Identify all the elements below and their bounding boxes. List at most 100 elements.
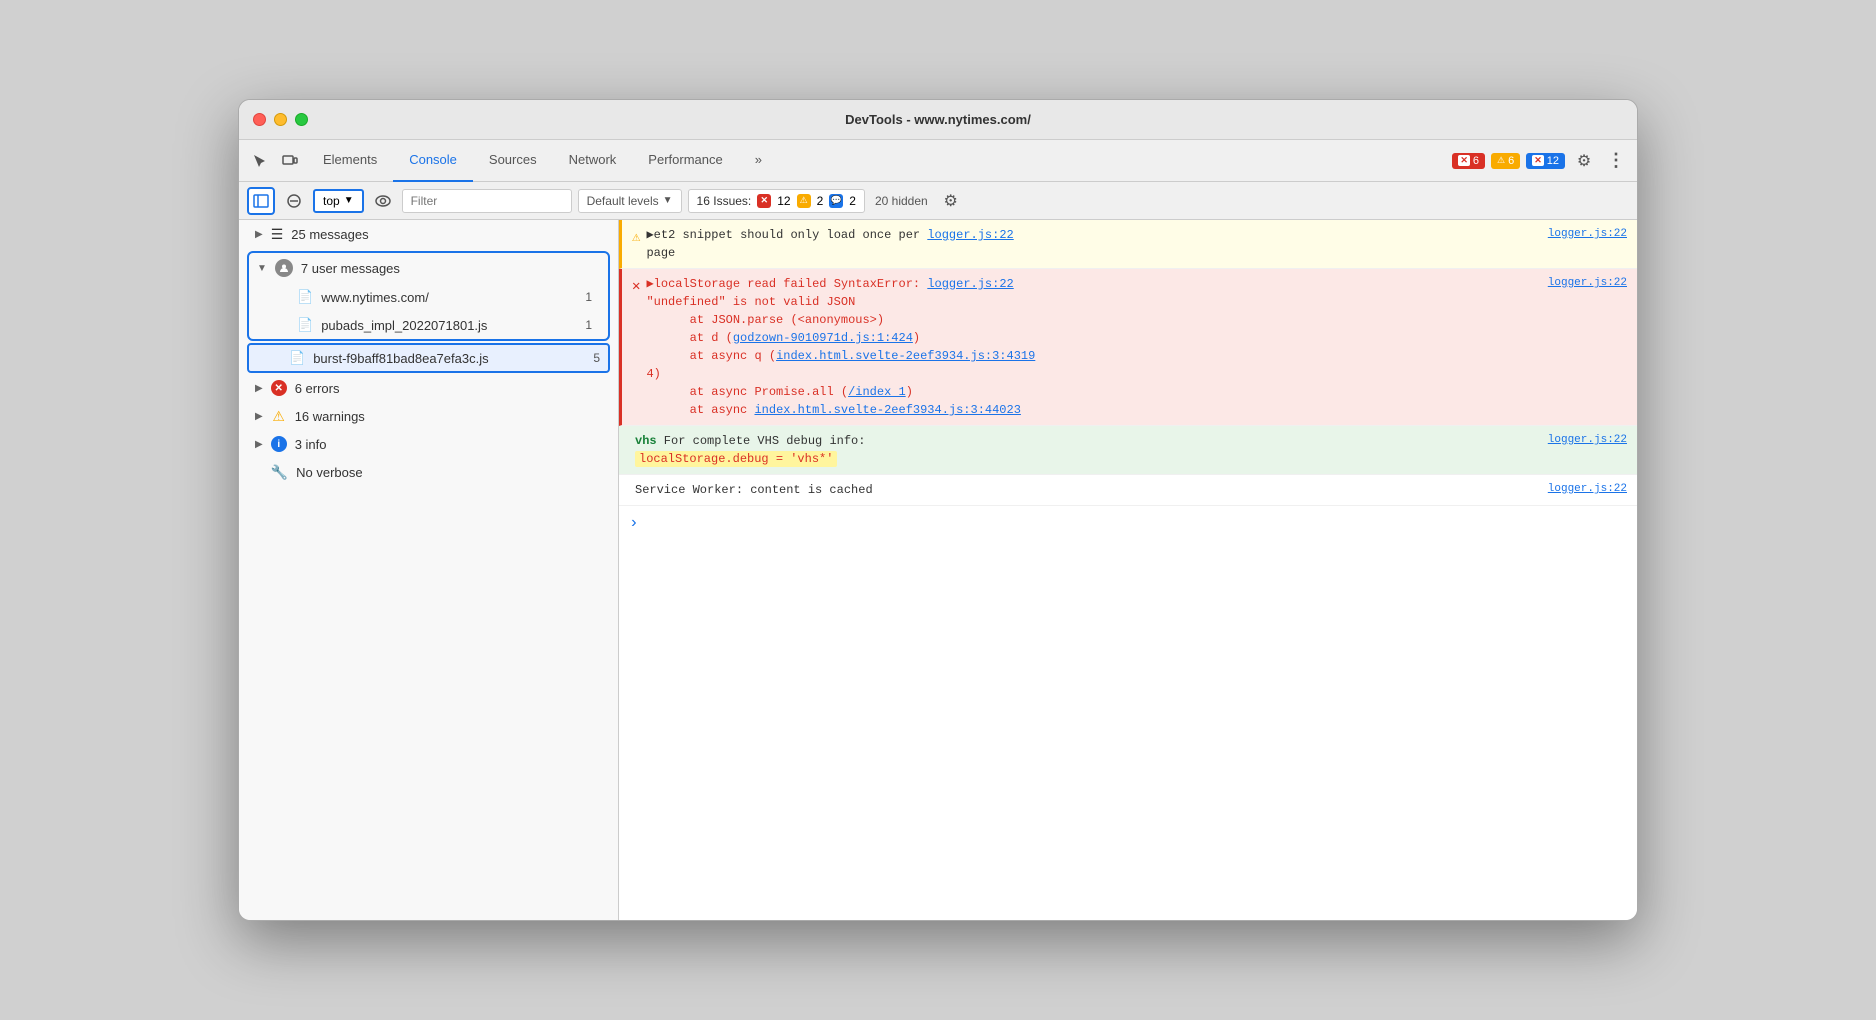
dropdown-icon: ▼ xyxy=(344,195,354,206)
warning-entry-text: ▶et2 snippet should only load once per l… xyxy=(646,226,1541,262)
issues-info-icon: 💬 xyxy=(829,194,843,208)
minimize-button[interactable] xyxy=(274,113,287,126)
block-badge: ✕ 12 xyxy=(1526,153,1565,169)
prompt-icon: › xyxy=(629,514,639,532)
plain-entry-text: Service Worker: content is cached xyxy=(635,481,1542,499)
info-expand-icon: ▶ xyxy=(255,439,263,450)
warnings-expand-icon: ▶ xyxy=(255,411,263,422)
issues-bar: 16 Issues: ✕ 12 ⚠ 2 💬 2 xyxy=(688,189,865,213)
sidebar-item-info[interactable]: ▶ i 3 info xyxy=(239,430,618,458)
file-icon-1: 📄 xyxy=(297,289,313,305)
window-title: DevTools - www.nytimes.com/ xyxy=(845,112,1031,127)
tab-network[interactable]: Network xyxy=(553,140,633,182)
issues-info-count: 2 xyxy=(849,194,856,208)
errors-expand-icon: ▶ xyxy=(255,383,263,394)
tabs-container: Elements Console Sources Network Perform… xyxy=(307,140,1448,182)
messages-label: 25 messages xyxy=(291,227,368,242)
console-settings-button[interactable]: ⚙ xyxy=(938,188,964,214)
file-name-3: burst-f9baff81bad8ea7efa3c.js xyxy=(313,351,488,366)
error-count: 6 xyxy=(1473,155,1479,167)
console-entry-error: ✕ ▶localStorage read failed SyntaxError:… xyxy=(619,269,1637,426)
sidebar-item-verbose[interactable]: ▶ 🔧 No verbose xyxy=(239,458,618,487)
filter-input[interactable] xyxy=(402,189,572,213)
tab-more[interactable]: » xyxy=(739,140,778,182)
clear-console-button[interactable] xyxy=(281,188,307,214)
maximize-button[interactable] xyxy=(295,113,308,126)
console-panel: ⚠ ▶et2 snippet should only load once per… xyxy=(619,220,1637,920)
user-messages-label: 7 user messages xyxy=(301,261,400,276)
issues-label: 16 Issues: xyxy=(697,194,752,208)
entry-link-1[interactable]: logger.js:22 xyxy=(927,228,1013,242)
console-entry-vhs: vhs For complete VHS debug info: localSt… xyxy=(619,426,1637,475)
file-icon-3: 📄 xyxy=(289,350,305,366)
block-x-icon: ✕ xyxy=(1532,155,1544,166)
error-source[interactable]: logger.js:22 xyxy=(1548,275,1627,292)
sidebar-file-nytimes[interactable]: 📄 www.nytimes.com/ 1 xyxy=(281,283,608,311)
error-link-2[interactable]: godzown-9010971d.js:1:424 xyxy=(733,331,913,345)
block-count: 12 xyxy=(1547,155,1559,167)
gear-icon: ⚙ xyxy=(1577,151,1591,171)
sidebar-item-messages[interactable]: ▶ ☰ 25 messages xyxy=(239,220,618,249)
file-name-2: pubads_impl_2022071801.js xyxy=(321,318,487,333)
toolbar-right: ✕ 6 ⚠ 6 ✕ 12 ⚙ ⋮ xyxy=(1452,148,1629,174)
context-selector[interactable]: top ▼ xyxy=(313,189,364,213)
console-prompt[interactable]: › xyxy=(619,506,1637,540)
collapse-icon: ▼ xyxy=(257,263,267,274)
cursor-icon[interactable] xyxy=(247,148,273,174)
tab-sources[interactable]: Sources xyxy=(473,140,553,182)
device-icon[interactable] xyxy=(277,148,303,174)
console-entry-plain: Service Worker: content is cached logger… xyxy=(619,475,1637,506)
issues-error-icon: ✕ xyxy=(757,194,771,208)
sidebar-item-user-messages[interactable]: ▼ 7 user messages xyxy=(249,253,608,283)
main-content: ▶ ☰ 25 messages ▼ 7 user messages xyxy=(239,220,1637,920)
sidebar-item-warnings[interactable]: ▶ ⚠ 16 warnings xyxy=(239,402,618,430)
eye-button[interactable] xyxy=(370,188,396,214)
sidebar-file-burst-wrapper: 📄 burst-f9baff81bad8ea7efa3c.js 5 xyxy=(247,343,610,373)
sidebar-file-pubads[interactable]: 📄 pubads_impl_2022071801.js 1 xyxy=(281,311,608,339)
warnings-label: 16 warnings xyxy=(295,409,365,424)
file-name-1: www.nytimes.com/ xyxy=(321,290,429,305)
settings-button[interactable]: ⚙ xyxy=(1571,148,1597,174)
warn-count: 6 xyxy=(1508,155,1514,167)
file-count-1: 1 xyxy=(585,290,592,304)
error-x-icon: ✕ xyxy=(1458,155,1470,166)
issues-warn-icon: ⚠ xyxy=(797,194,811,208)
sidebar-file-burst[interactable]: 📄 burst-f9baff81bad8ea7efa3c.js 5 xyxy=(249,345,608,371)
expand-icon: ▶ xyxy=(255,229,263,240)
warning-icon: ⚠ xyxy=(271,408,287,424)
plain-source[interactable]: logger.js:22 xyxy=(1548,481,1627,498)
more-icon: ⋮ xyxy=(1607,150,1625,171)
levels-selector[interactable]: Default levels ▼ xyxy=(578,189,682,213)
sidebar-item-errors[interactable]: ▶ ✕ 6 errors xyxy=(239,374,618,402)
file-count-2: 1 xyxy=(585,318,592,332)
sidebar-toggle-button[interactable] xyxy=(247,187,275,215)
close-button[interactable] xyxy=(253,113,266,126)
vhs-source[interactable]: logger.js:22 xyxy=(1548,432,1627,449)
info-icon: i xyxy=(271,436,287,452)
file-icon-2: 📄 xyxy=(297,317,313,333)
tab-elements[interactable]: Elements xyxy=(307,140,393,182)
vhs-code: localStorage.debug = 'vhs*' xyxy=(635,451,837,467)
levels-dropdown-icon: ▼ xyxy=(663,195,673,206)
error-link-4[interactable]: /index 1 xyxy=(848,385,906,399)
error-link-3[interactable]: index.html.svelte-2eef3934.js:3:4319 xyxy=(776,349,1035,363)
errors-label: 6 errors xyxy=(295,381,340,396)
tab-performance[interactable]: Performance xyxy=(632,140,738,182)
verbose-label: No verbose xyxy=(296,465,362,480)
tab-bar: Elements Console Sources Network Perform… xyxy=(239,140,1637,182)
user-icon xyxy=(275,259,293,277)
sidebar-group-user-messages: ▼ 7 user messages 📄 www.nytimes.com/ xyxy=(247,251,610,341)
issues-warn-count: 2 xyxy=(817,194,824,208)
window-controls xyxy=(253,113,308,126)
tab-console[interactable]: Console xyxy=(393,140,473,182)
error-badge: ✕ 6 xyxy=(1452,153,1485,169)
files-list: 📄 www.nytimes.com/ 1 📄 pubads_impl_20220… xyxy=(249,283,608,339)
console-entry-warning: ⚠ ▶et2 snippet should only load once per… xyxy=(619,220,1637,269)
error-entry-text: ▶localStorage read failed SyntaxError: l… xyxy=(646,275,1541,419)
warning-source[interactable]: logger.js:22 xyxy=(1548,226,1627,243)
error-link-1[interactable]: logger.js:22 xyxy=(927,277,1013,291)
console-gear-icon: ⚙ xyxy=(944,191,958,211)
error-link-5[interactable]: index.html.svelte-2eef3934.js:3:44023 xyxy=(754,403,1020,417)
more-button[interactable]: ⋮ xyxy=(1603,148,1629,174)
messages-icon: ☰ xyxy=(271,226,284,243)
